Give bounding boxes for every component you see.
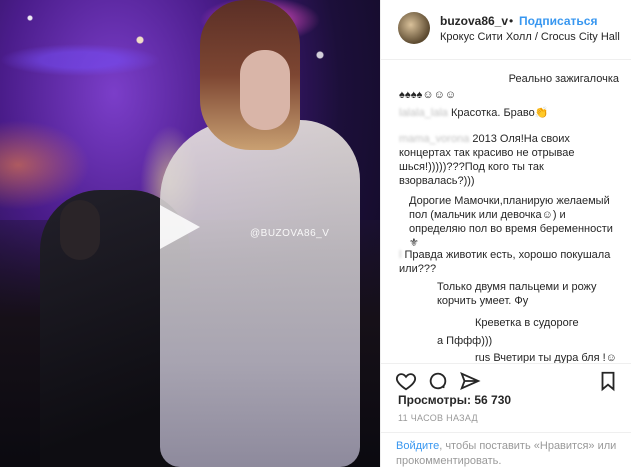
share-icon[interactable] [459,370,481,392]
stage-lights [0,0,380,120]
comment: l Правда животик есть, хорошо покушала и… [399,248,619,276]
blurred-username: lalala_lala [399,107,448,119]
comment-text: Красотка. Браво👏 [451,107,549,119]
separator-dot: • [509,14,514,28]
comment: mama_vorona 2013 Оля!На своих концертах … [399,132,619,188]
video-watermark: @BUZOVA86_V [250,228,330,239]
heart-icon[interactable] [395,370,417,392]
comment: rus Вчетири ты дура бля !☺ [475,352,617,363]
bookmark-icon[interactable] [597,370,619,392]
location-link[interactable]: Крокус Сити Холл / Crocus City Hall [440,31,620,43]
login-prompt: Войдите, чтобы поставить «Нравится» или … [381,432,631,467]
comment: Реально зажигалочка [508,73,619,85]
performer-dress [160,120,360,467]
comment: а Пффф))) [437,335,493,347]
comment: Креветка в судороге [475,317,579,329]
blurred-username: l [399,249,402,261]
avatar[interactable] [398,12,430,44]
login-link[interactable]: Войдите [396,440,439,452]
comment: lalala_lala Красотка. Браво👏 [399,106,619,120]
comment-icon[interactable] [427,370,449,392]
comment-text: Правда животик есть, хорошо покушала или… [399,249,611,275]
login-text: Войдите, чтобы поставить «Нравится» или … [396,439,626,467]
play-icon[interactable] [160,205,200,249]
person-head [60,200,100,260]
view-count[interactable]: Просмотры: 56 730 [398,393,511,407]
comment: Дорогие Мамочки,планирую желаемый пол (м… [409,195,613,249]
follow-button[interactable]: Подписаться [519,14,597,28]
comments-list[interactable]: Реально зажигалочка ♠♠♠♠☺☺☺ lalala_lala … [381,60,631,363]
timestamp[interactable]: 11 ЧАСОВ НАЗАД [398,413,478,423]
video-player[interactable]: @BUZOVA86_V [0,0,380,467]
post-sidebar: buzova86_v • Подписаться Крокус Сити Хол… [380,0,631,467]
comment: ♠♠♠♠☺☺☺ [399,89,457,101]
action-bar [381,363,631,395]
blurred-username: mama_vorona [399,133,470,145]
comment: Только двумя пальцеми и рожу корчить уме… [437,281,597,307]
username-link[interactable]: buzova86_v [440,14,508,28]
post-header: buzova86_v • Подписаться Крокус Сити Хол… [381,0,631,60]
performer-face [240,50,290,130]
